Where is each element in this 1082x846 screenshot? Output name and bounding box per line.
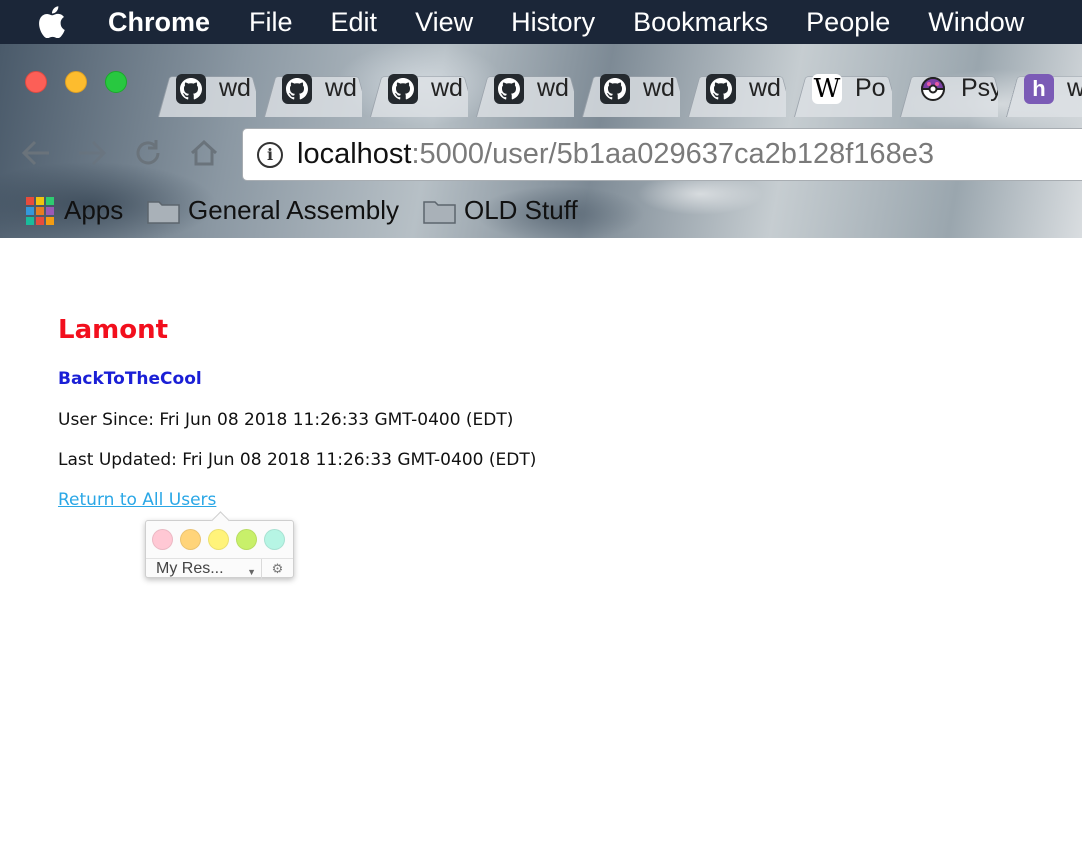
url-path: :5000/user/5b1aa029637ca2b128f168e3 xyxy=(411,138,934,170)
bookmark-label: General Assembly xyxy=(188,195,399,225)
color-swatch-green[interactable] xyxy=(236,529,257,550)
collection-select[interactable]: My Res... ▼ xyxy=(146,559,262,579)
browser-tab[interactable]: wd xyxy=(468,60,574,117)
apple-logo-icon[interactable] xyxy=(38,6,80,38)
folder-icon xyxy=(423,198,456,224)
tab-title: Psy xyxy=(961,74,998,102)
user-since: User Since: Fri Jun 08 2018 11:26:33 GMT… xyxy=(58,410,514,430)
github-icon xyxy=(176,73,206,104)
collection-select-label: My Res... xyxy=(156,560,224,577)
back-arrow-icon[interactable] xyxy=(20,137,52,169)
address-bar[interactable]: i localhost:5000/user/5b1aa029637ca2b128… xyxy=(242,128,1082,181)
user-name: Lamont xyxy=(58,315,169,345)
color-swatch-teal[interactable] xyxy=(264,529,285,550)
color-swatch-yellow[interactable] xyxy=(208,529,229,550)
browser-tab[interactable]: wd xyxy=(574,60,680,117)
forward-arrow-icon[interactable] xyxy=(76,137,108,169)
browser-tab[interactable]: Psy xyxy=(892,60,998,117)
maximize-window-button[interactable] xyxy=(105,71,127,93)
color-swatches xyxy=(152,529,292,550)
heroku-icon: h xyxy=(1024,73,1054,104)
browser-tab[interactable]: W Po xyxy=(786,60,892,117)
menu-people[interactable]: People xyxy=(806,7,890,38)
browser-tab[interactable]: wd xyxy=(150,60,256,117)
tab-title: Po xyxy=(855,74,886,102)
highlight-color-popup: My Res... ▼ ⚙ xyxy=(145,520,294,579)
return-to-all-users-link[interactable]: Return to All Users xyxy=(58,490,216,512)
gear-icon[interactable]: ⚙ xyxy=(262,559,293,578)
menu-view[interactable]: View xyxy=(415,7,473,38)
bookmarks-bar: Apps General Assembly OLD Stuff xyxy=(0,185,1082,238)
caret-down-icon: ▼ xyxy=(247,567,256,577)
color-swatch-pink[interactable] xyxy=(152,529,173,550)
browser-tab[interactable]: wd xyxy=(680,60,786,117)
browser-tab[interactable]: wd xyxy=(362,60,468,117)
wikipedia-icon: W xyxy=(812,73,842,104)
bookmark-label: OLD Stuff xyxy=(464,195,578,225)
browser-chrome: wd wd wd wd wd wd W Po Psy h w i localho… xyxy=(0,44,1082,238)
tab-title: wd xyxy=(325,74,357,102)
macos-menu-bar: Chrome File Edit View History Bookmarks … xyxy=(0,0,1082,44)
browser-tab[interactable]: h w xyxy=(998,60,1082,117)
close-window-button[interactable] xyxy=(25,71,47,93)
menu-file[interactable]: File xyxy=(249,7,293,38)
menu-chrome[interactable]: Chrome xyxy=(108,7,210,38)
browser-tab[interactable]: wd xyxy=(256,60,362,117)
github-icon xyxy=(706,73,736,104)
github-icon xyxy=(600,73,630,104)
color-swatch-orange[interactable] xyxy=(180,529,201,550)
tab-title: wd xyxy=(431,74,463,102)
apps-grid-icon xyxy=(26,196,54,225)
menu-bookmarks[interactable]: Bookmarks xyxy=(633,7,768,38)
user-profile: Lamont BackToTheCool User Since: Fri Jun… xyxy=(58,315,536,512)
browser-toolbar: i localhost:5000/user/5b1aa029637ca2b128… xyxy=(0,117,1082,185)
tab-title: wd xyxy=(219,74,251,102)
pokeball-icon xyxy=(918,74,948,104)
tab-title: wd xyxy=(749,74,781,102)
user-handle: BackToTheCool xyxy=(58,369,202,389)
bookmark-apps[interactable]: Apps xyxy=(26,195,123,226)
reload-icon[interactable] xyxy=(132,137,164,169)
github-icon xyxy=(282,73,312,104)
last-updated: Last Updated: Fri Jun 08 2018 11:26:33 G… xyxy=(58,450,537,470)
bookmark-label: Apps xyxy=(64,195,124,225)
tab-title: wd xyxy=(537,74,569,102)
menu-history[interactable]: History xyxy=(511,7,595,38)
github-icon xyxy=(494,73,524,104)
folder-icon xyxy=(147,198,180,224)
popup-footer: My Res... ▼ ⚙ xyxy=(146,558,293,579)
minimize-window-button[interactable] xyxy=(65,71,87,93)
tab-strip: wd wd wd wd wd wd W Po Psy h w xyxy=(150,60,1082,117)
tab-title: w xyxy=(1067,74,1082,102)
menu-edit[interactable]: Edit xyxy=(331,7,378,38)
url-host: localhost xyxy=(297,138,412,170)
menu-window[interactable]: Window xyxy=(928,7,1024,38)
bookmark-folder-general-assembly[interactable]: General Assembly xyxy=(147,195,399,226)
info-icon[interactable]: i xyxy=(257,141,283,168)
home-icon[interactable] xyxy=(188,137,220,169)
github-icon xyxy=(388,73,418,104)
bookmark-folder-old-stuff[interactable]: OLD Stuff xyxy=(423,195,578,226)
tab-title: wd xyxy=(643,74,675,102)
